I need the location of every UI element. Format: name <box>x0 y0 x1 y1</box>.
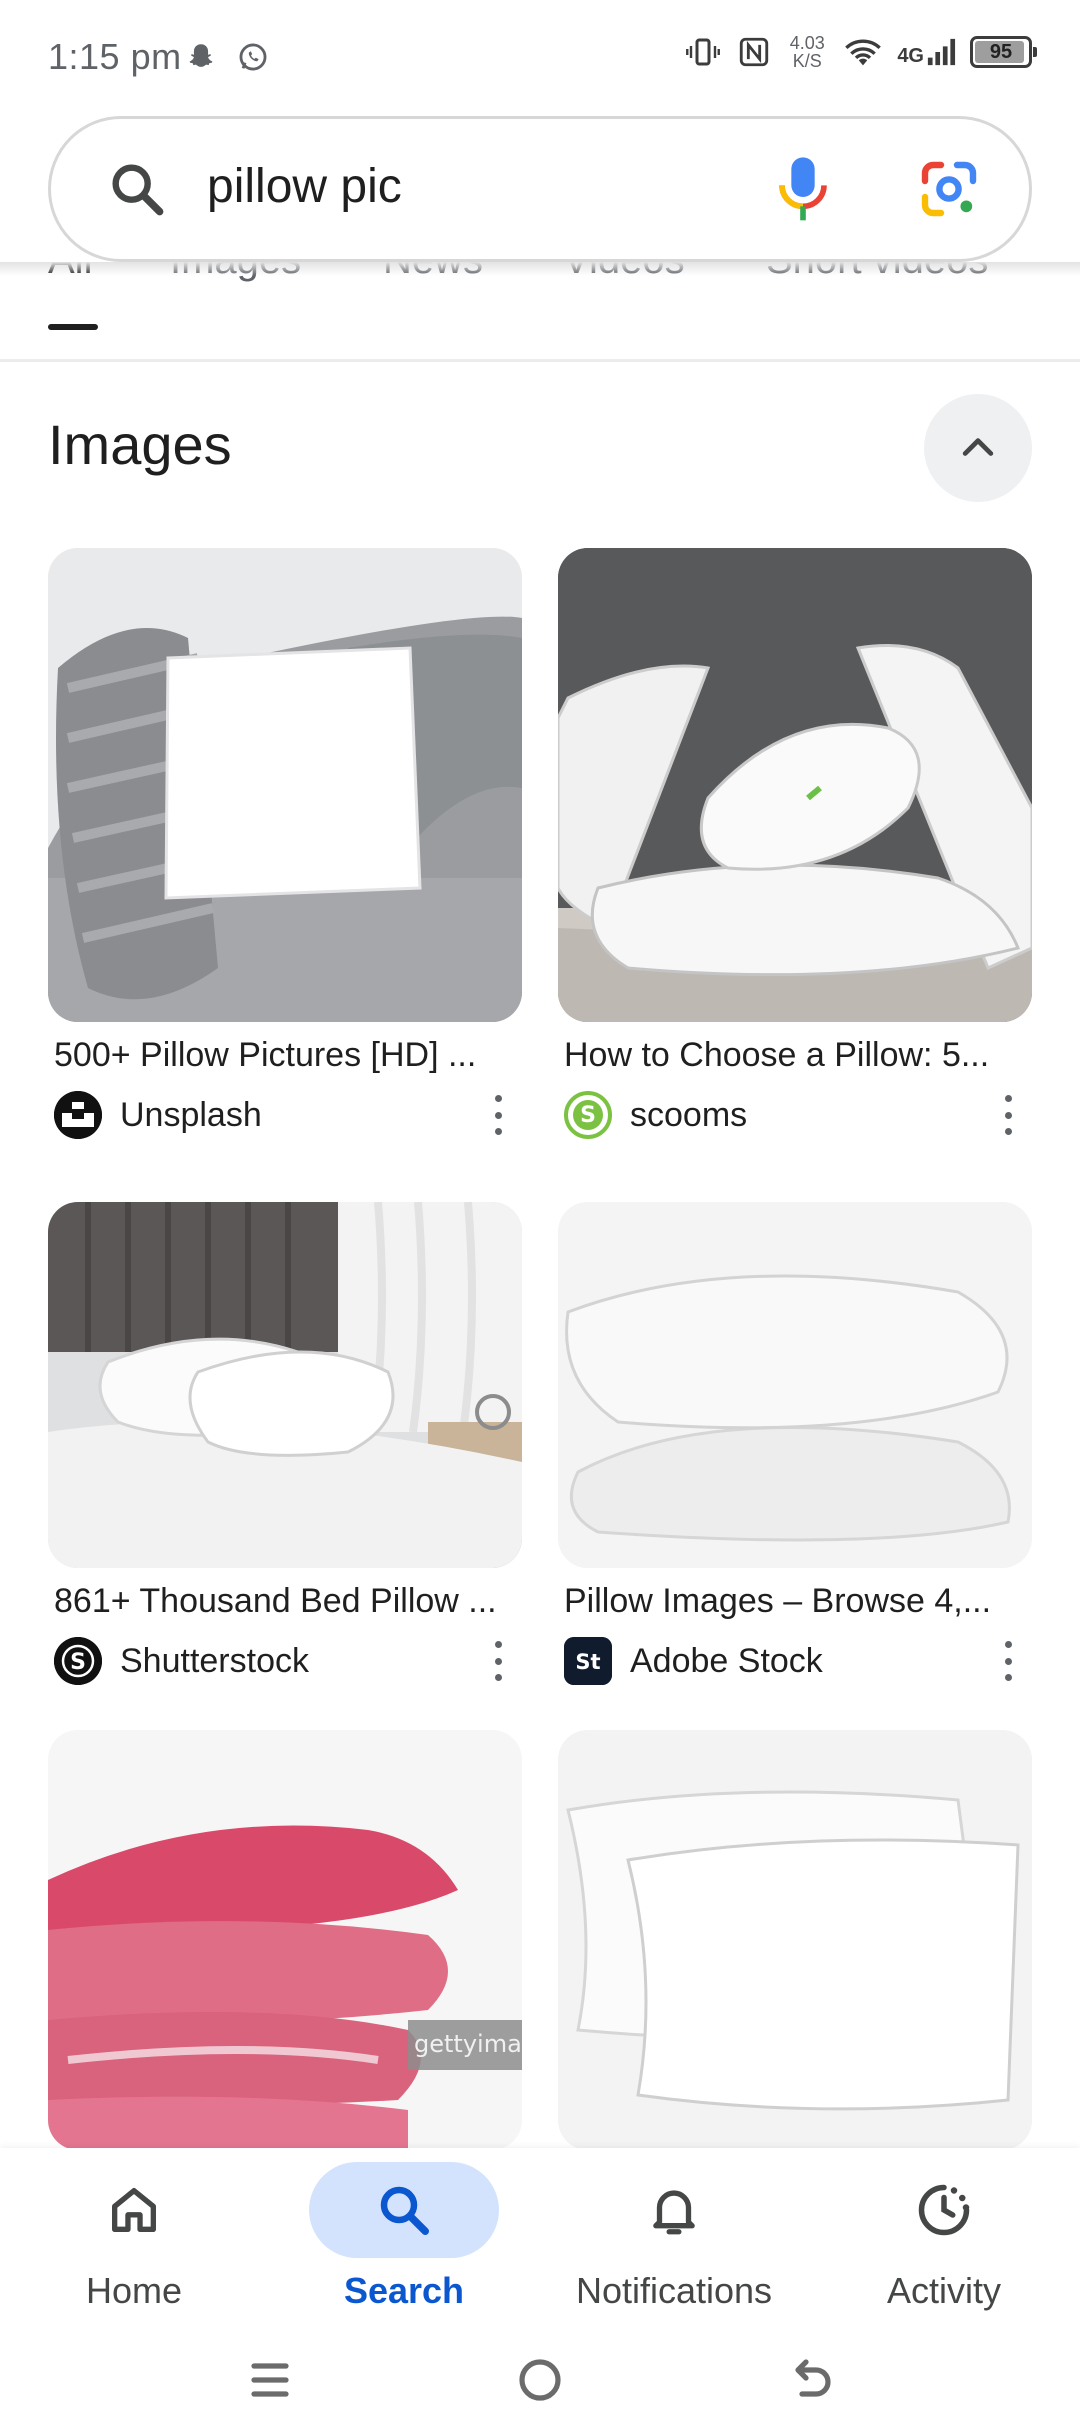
home-button-icon[interactable] <box>514 2350 566 2415</box>
status-bar: 1:15 pm 4.03 K/S 4G 95 <box>0 0 1080 110</box>
home-icon <box>112 2188 156 2232</box>
svg-text:S: S <box>70 1650 86 1675</box>
result-source[interactable]: S Shutterstock <box>54 1637 522 1685</box>
two-pillows-image <box>558 1202 1032 1568</box>
snapchat-icon <box>189 44 213 67</box>
result-title[interactable]: 500+ Pillow Pictures [HD] ... <box>54 1036 522 1075</box>
svg-text:S: S <box>580 1103 596 1128</box>
search-input[interactable]: pillow pic <box>207 159 402 214</box>
result-source[interactable]: Unsplash <box>54 1091 522 1139</box>
nfc-icon <box>740 37 769 67</box>
image-result[interactable] <box>558 1730 1032 2150</box>
activity-icon <box>918 2184 970 2236</box>
image-thumbnail[interactable] <box>558 548 1032 1022</box>
nav-search[interactable]: Search <box>274 2148 534 2328</box>
nav-notifications[interactable]: Notifications <box>544 2148 804 2328</box>
image-thumbnail[interactable] <box>558 1202 1032 1568</box>
unsplash-favicon-icon <box>54 1091 102 1139</box>
image-result[interactable]: 500+ Pillow Pictures [HD] ... Unsplash <box>48 548 522 1139</box>
section-title: Images <box>48 413 232 476</box>
search-icon <box>112 164 164 216</box>
cell-signal: 4G <box>897 36 956 68</box>
nav-activity[interactable]: Activity <box>814 2148 1074 2328</box>
result-source[interactable]: S scooms <box>564 1091 1032 1139</box>
more-options-icon[interactable] <box>1002 1095 1014 1135</box>
image-thumbnail[interactable] <box>558 1730 1032 2150</box>
more-options-icon[interactable] <box>492 1641 504 1681</box>
stacked-pillows-image <box>558 548 1032 1022</box>
whatsapp-icon <box>239 43 267 71</box>
recents-icon[interactable] <box>246 2350 294 2415</box>
result-title[interactable]: Pillow Images – Browse 4,... <box>564 1582 1032 1621</box>
bottom-navigation: Home Search Notifications Activity <box>0 2148 1080 2328</box>
chevron-up-icon <box>962 438 994 456</box>
net-speed: 4.03 K/S <box>789 33 825 71</box>
more-options-icon[interactable] <box>1002 1641 1014 1681</box>
lens-icon[interactable] <box>917 157 981 221</box>
more-options-icon[interactable] <box>492 1095 504 1135</box>
white-pillows-image <box>558 1730 1032 2150</box>
pillow-on-sofa-image <box>48 548 522 1022</box>
svg-text:St: St <box>575 1650 600 1674</box>
status-time: 1:15 pm <box>48 36 182 77</box>
collapse-button[interactable] <box>924 394 1032 502</box>
adobe-stock-favicon-icon: St <box>564 1637 612 1685</box>
image-thumbnail[interactable]: gettyimages <box>48 1730 522 2150</box>
nav-home[interactable]: Home <box>4 2148 264 2328</box>
shutterstock-favicon-icon: S <box>54 1637 102 1685</box>
wifi-icon <box>845 39 882 66</box>
image-result[interactable]: 861+ Thousand Bed Pillow ... S Shutterst… <box>48 1202 522 1685</box>
image-result[interactable]: How to Choose a Pillow: 5... S scooms <box>558 548 1032 1139</box>
image-thumbnail[interactable] <box>48 1202 522 1568</box>
search-icon <box>380 2186 429 2235</box>
mic-icon[interactable] <box>775 155 831 225</box>
result-source[interactable]: St Adobe Stock <box>564 1637 1032 1685</box>
bed-pillows-image <box>48 1202 522 1568</box>
image-result[interactable]: gettyimages <box>48 1730 522 2150</box>
system-navigation-bar <box>0 2328 1080 2436</box>
result-title[interactable]: How to Choose a Pillow: 5... <box>564 1036 1032 1075</box>
signal-icon <box>927 38 956 66</box>
scooms-favicon-icon: S <box>564 1091 612 1139</box>
result-title[interactable]: 861+ Thousand Bed Pillow ... <box>54 1582 522 1621</box>
battery-indicator: 95 <box>970 36 1037 68</box>
back-icon[interactable] <box>784 2350 836 2415</box>
image-thumbnail[interactable] <box>48 548 522 1022</box>
image-result[interactable]: Pillow Images – Browse 4,... St Adobe St… <box>558 1202 1032 1685</box>
search-bar[interactable]: pillow pic <box>48 116 1032 262</box>
vibrate-icon <box>686 38 721 66</box>
search-tabs: All Images News Videos Short videos <box>0 262 1080 362</box>
active-tab-indicator <box>48 324 98 330</box>
bell-icon <box>653 2190 695 2235</box>
watermark-text: gettyimages <box>414 2030 522 2058</box>
pink-pillows-image: gettyimages <box>48 1730 522 2150</box>
